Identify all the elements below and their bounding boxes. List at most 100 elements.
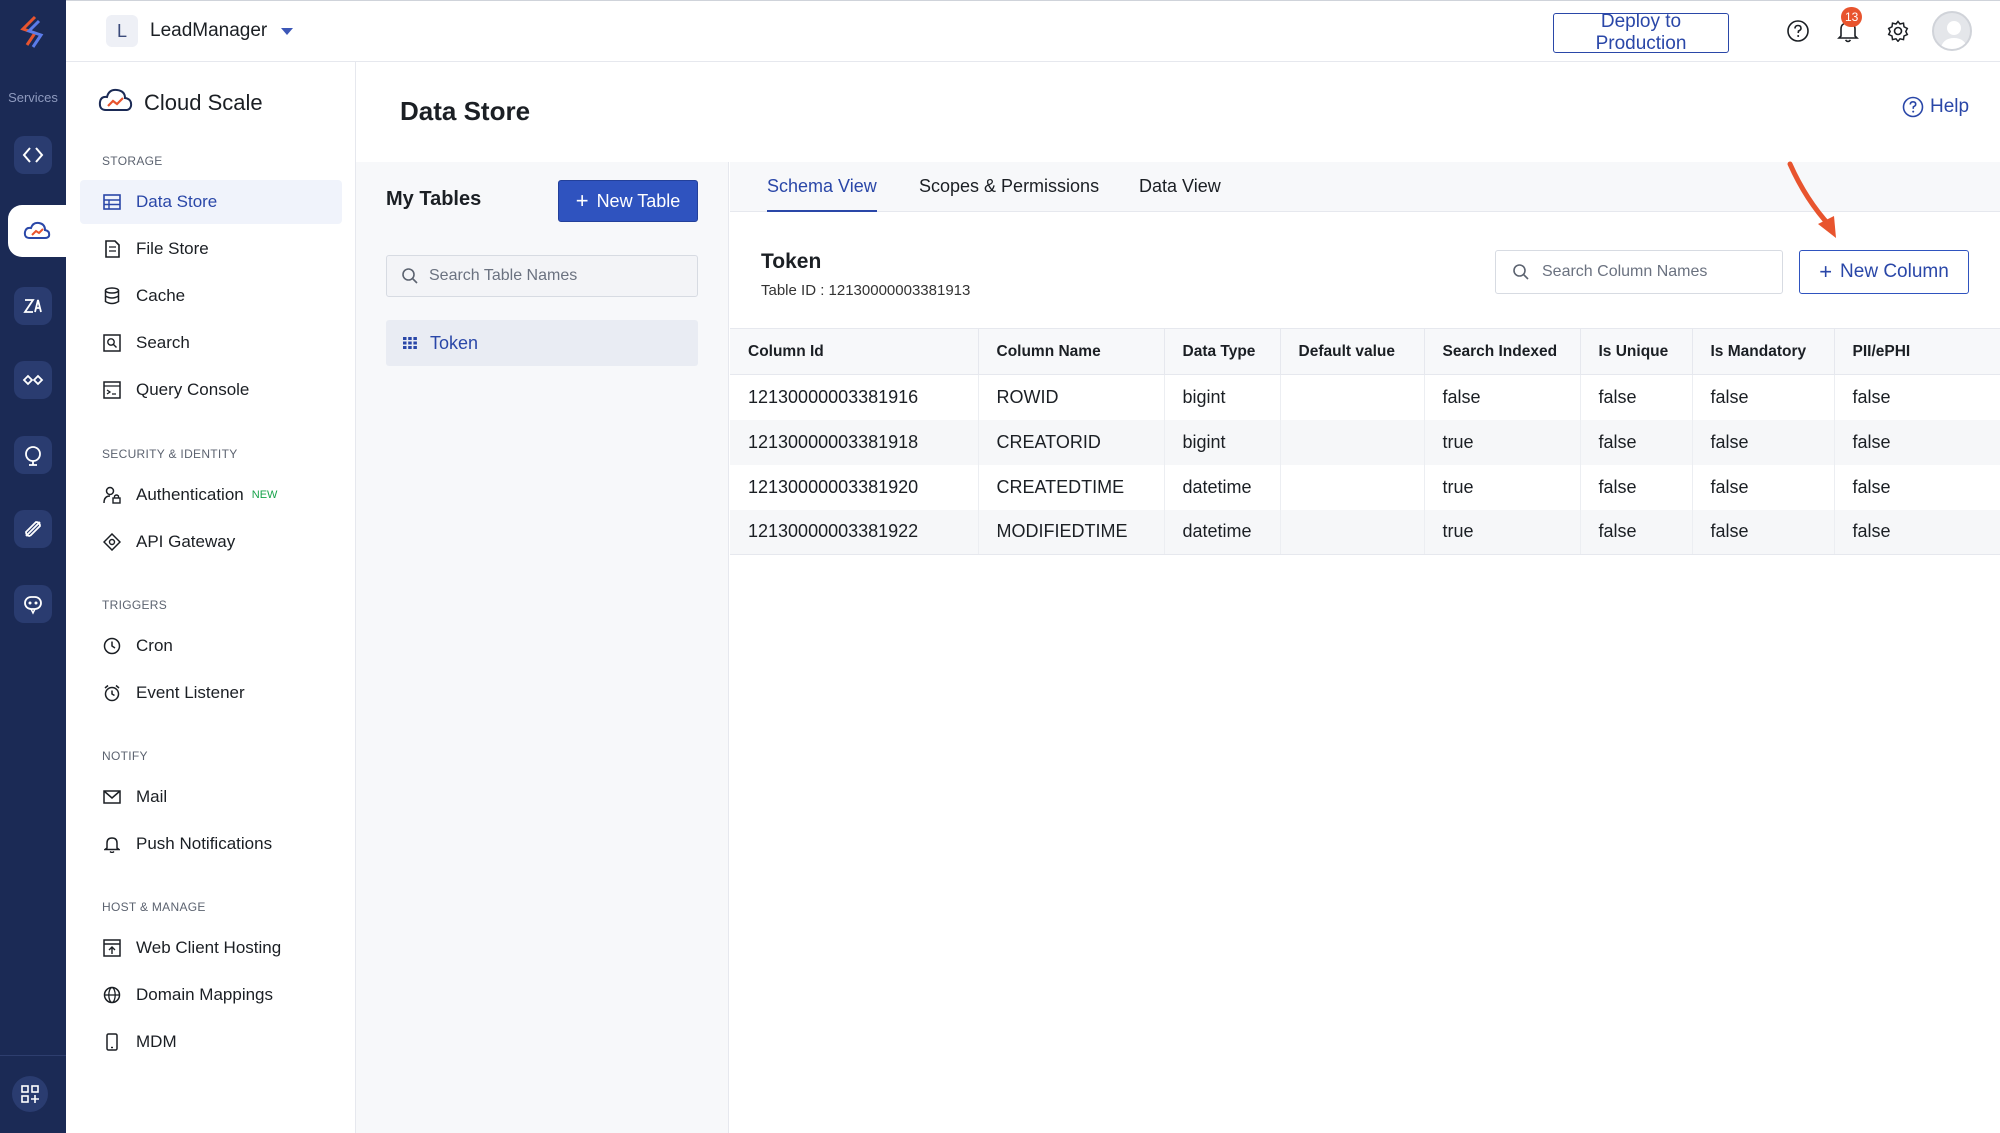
column-header[interactable]: Data Type: [1164, 328, 1281, 375]
cell-column-id: 12130000003381916: [730, 374, 979, 420]
sidebar-item-label: Mail: [136, 787, 168, 806]
clock-icon: [102, 636, 122, 656]
console-icon: [102, 380, 122, 400]
cloud-scale-service-icon[interactable]: [8, 205, 66, 257]
file-icon: [102, 239, 122, 259]
column-header[interactable]: Default value: [1280, 328, 1425, 375]
table-row[interactable]: 12130000003381922 MODIFIEDTIME datetime …: [730, 509, 2000, 555]
sidebar-item-mail[interactable]: Mail: [80, 775, 342, 819]
column-header[interactable]: PII/ePHI: [1834, 328, 2000, 375]
apps-grid-icon[interactable]: [12, 1076, 48, 1112]
services-label: Services: [8, 90, 58, 105]
help-link[interactable]: Help: [1902, 96, 1969, 118]
cell-data-type: bigint: [1164, 374, 1281, 420]
cell-is-unique: false: [1580, 464, 1693, 510]
mobile-device-icon: [102, 1032, 122, 1052]
deploy-to-production-button[interactable]: Deploy to Production: [1553, 11, 1729, 54]
column-header[interactable]: Column Id: [730, 328, 979, 375]
devops-service-icon[interactable]: [14, 436, 52, 474]
table-id: Table ID : 12130000003381913: [761, 282, 971, 299]
cell-default-value: [1280, 419, 1425, 465]
new-badge: NEW: [251, 489, 278, 501]
sidebar-item-domain-mappings[interactable]: Domain Mappings: [80, 973, 342, 1017]
sidebar-item-web-client-hosting[interactable]: Web Client Hosting: [80, 926, 342, 970]
cell-is-unique: false: [1580, 509, 1693, 555]
sidebar-item-label: Cron: [136, 636, 173, 655]
cell-data-type: datetime: [1164, 509, 1281, 555]
cell-is-mandatory: false: [1692, 509, 1835, 555]
sidebar-header: Cloud Scale: [98, 86, 263, 119]
sidebar-item-push-notifications[interactable]: Push Notifications: [80, 822, 342, 866]
column-header[interactable]: Is Unique: [1580, 328, 1693, 375]
sidebar-item-event-listener[interactable]: Event Listener: [80, 671, 342, 715]
sidebar-item-label: Event Listener: [136, 683, 245, 702]
tab-schema-view[interactable]: Schema View: [767, 176, 877, 212]
help-circle-icon[interactable]: [1784, 17, 1812, 45]
section-label-host-manage: HOST & MANAGE: [102, 900, 206, 914]
sidebar-item-api-gateway[interactable]: API Gateway: [80, 520, 342, 564]
search-icon: [402, 268, 418, 284]
settings-gear-icon[interactable]: [1884, 17, 1912, 45]
user-lock-icon: [102, 485, 122, 505]
project-initial-badge: L: [106, 15, 138, 47]
cloud-scale-icon: [98, 86, 134, 119]
catalyst-logo-icon[interactable]: [14, 12, 54, 52]
table-row[interactable]: 12130000003381916 ROWID bigint false fal…: [730, 374, 2000, 420]
sidebar-item-mdm[interactable]: MDM: [80, 1020, 342, 1064]
tab-scopes-permissions[interactable]: Scopes & Permissions: [919, 176, 1099, 212]
cell-column-id: 12130000003381918: [730, 419, 979, 465]
new-table-button[interactable]: + New Table: [558, 180, 698, 222]
new-table-label: New Table: [596, 190, 681, 211]
column-search-input[interactable]: Search Column Names: [1495, 250, 1783, 294]
sidebar-item-query-console[interactable]: Query Console: [80, 368, 342, 412]
zia-service-icon[interactable]: [14, 287, 52, 325]
cell-pii-ephi: false: [1852, 476, 1891, 497]
tab-data-view[interactable]: Data View: [1139, 176, 1221, 212]
plus-icon: +: [575, 188, 589, 213]
table-list-item-token[interactable]: Token: [386, 320, 698, 366]
integration-service-icon[interactable]: [14, 361, 52, 399]
new-column-label: New Column: [1840, 261, 1949, 282]
new-column-button[interactable]: + New Column: [1799, 250, 1969, 294]
sidebar-item-search[interactable]: Search: [80, 321, 342, 365]
my-tables-panel: My Tables + New Table Search Table Names…: [356, 162, 729, 1133]
sidebar-item-label: File Store: [136, 239, 209, 258]
alarm-clock-icon: [102, 683, 122, 703]
sidebar-item-cache[interactable]: Cache: [80, 274, 342, 318]
column-header[interactable]: Search Indexed: [1424, 328, 1581, 375]
my-tables-heading: My Tables: [386, 188, 482, 210]
code-service-icon[interactable]: [14, 136, 52, 174]
sidebar-item-data-store[interactable]: Data Store: [80, 180, 342, 224]
sidebar-item-label: Domain Mappings: [136, 985, 274, 1004]
bell-icon: [102, 834, 122, 854]
column-header[interactable]: Is Mandatory: [1692, 328, 1835, 375]
schema-panel: Schema View Scopes & Permissions Data Vi…: [730, 162, 2000, 1133]
plus-icon: +: [1819, 259, 1833, 284]
cell-column-name: CREATORID: [978, 419, 1165, 465]
chatbot-service-icon[interactable]: [14, 585, 52, 623]
cell-default-value: [1280, 374, 1425, 420]
sidebar-item-cron[interactable]: Cron: [80, 624, 342, 668]
slate-service-icon[interactable]: [14, 510, 52, 548]
table-row[interactable]: 12130000003381920 CREATEDTIME datetime t…: [730, 464, 2000, 510]
cell-column-name: ROWID: [978, 374, 1165, 420]
user-avatar[interactable]: [1932, 11, 1972, 51]
sidebar-item-label: Web Client Hosting: [136, 938, 282, 957]
help-label: Help: [1930, 96, 1970, 117]
column-header[interactable]: Column Name: [978, 328, 1165, 375]
cell-is-unique: false: [1580, 374, 1693, 420]
section-label-security-identity: SECURITY & IDENTITY: [102, 447, 238, 461]
project-switcher[interactable]: L LeadManager: [106, 15, 294, 47]
help-circle-icon: [1902, 96, 1924, 118]
chevron-down-icon: [281, 27, 294, 35]
table-search-input[interactable]: Search Table Names: [386, 255, 698, 297]
sidebar-item-label: Query Console: [136, 380, 250, 399]
sidebar-item-label: MDM: [136, 1032, 177, 1051]
table-icon: [102, 192, 122, 212]
sidebar-item-authentication[interactable]: Authentication NEW: [80, 473, 342, 517]
sidebar-item-file-store[interactable]: File Store: [80, 227, 342, 271]
cell-column-name: MODIFIEDTIME: [978, 509, 1165, 555]
project-name: LeadManager: [150, 20, 268, 41]
table-row[interactable]: 12130000003381918 CREATORID bigint true …: [730, 419, 2000, 465]
cell-pii-ephi: false: [1834, 419, 2000, 465]
